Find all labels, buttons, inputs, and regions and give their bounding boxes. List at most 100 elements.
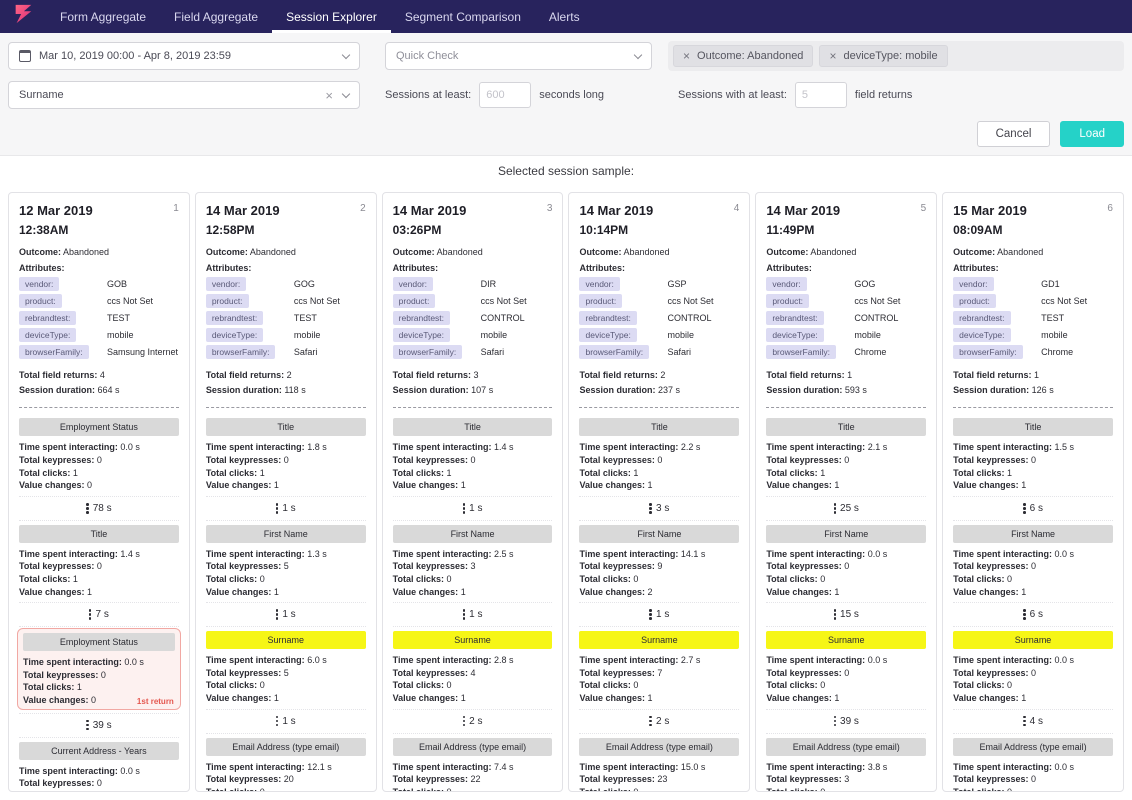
date-range-picker[interactable]: Mar 10, 2019 00:00 - Apr 8, 2019 23:59 — [8, 42, 360, 70]
session-outcome: Outcome: Abandoned — [579, 247, 670, 257]
field-returns-input[interactable] — [794, 82, 847, 108]
keypresses-metric: Total keypresses: 0 — [766, 667, 850, 678]
field-select-value: Surname — [19, 89, 64, 101]
keypresses-metric: Total keypresses: 9 — [579, 561, 663, 572]
time-spent-metric: Time spent interacting: 3.8 s — [766, 761, 888, 772]
attribute-value: GOB — [107, 279, 128, 290]
attribute-row: vendor: GOG — [766, 277, 926, 292]
vertical-dots-icon — [275, 715, 279, 727]
gap-duration: 39 s — [92, 719, 112, 731]
filter-tag-label: Outcome: Abandoned — [697, 50, 804, 62]
time-spent-metric-label: Time spent interacting: — [205, 548, 305, 559]
value-changes-metric: Value changes: 2 — [579, 586, 653, 597]
session-card: 14 Mar 2019 3 03:26PM Outcome: Abandoned Att… — [381, 192, 564, 792]
keypresses-metric-label: Total keypresses: — [19, 561, 95, 572]
attribute-value: mobile — [667, 330, 694, 341]
time-spent-metric: Time spent interacting: 1.3 s — [205, 548, 327, 559]
session-index: 2 — [360, 203, 366, 214]
outcome-label: Outcome: — [766, 247, 809, 257]
clicks-metric-label: Total clicks: — [19, 467, 71, 478]
tab-form-aggregate[interactable]: Form Aggregate — [46, 0, 160, 33]
attribute-value: GOG — [293, 279, 315, 290]
gap-duration: 2 s — [469, 715, 483, 727]
keypresses-metric: Total keypresses: 0 — [953, 667, 1037, 678]
value-changes-metric: Value changes: 1 — [205, 586, 279, 597]
value-changes-metric-label: Value changes: — [953, 586, 1019, 597]
attribute-row: browserFamily: Safari — [205, 345, 366, 360]
time-spent-metric-label: Time spent interacting: — [392, 761, 492, 772]
value-changes-metric: Value changes: 1 — [205, 692, 279, 703]
tab-session-explorer[interactable]: Session Explorer — [272, 0, 391, 33]
attribute-value: CONTROL — [480, 313, 525, 324]
attribute-key: product: — [953, 294, 996, 309]
attribute-key: vendor: — [579, 277, 620, 292]
attribute-key: browserFamily: — [953, 345, 1023, 360]
clicks-metric: Total clicks: 0 — [579, 680, 639, 691]
field-name: Title — [766, 418, 927, 437]
attributes-label: Attributes: — [392, 262, 439, 273]
filter-bar: Mar 10, 2019 00:00 - Apr 8, 2019 23:59 Q… — [0, 33, 1132, 156]
keypresses-metric: Total keypresses: 0 — [19, 561, 102, 572]
outcome-label: Outcome: — [579, 247, 622, 257]
clicks-metric: Total clicks: 1 — [766, 467, 826, 478]
attribute-value: TEST — [107, 313, 131, 324]
filter-tag[interactable]: × Outcome: Abandoned — [673, 45, 814, 67]
field-block: Title Time spent interacting: 2.2 s Total … — [579, 418, 740, 491]
value-changes-metric-label: Value changes: — [766, 480, 832, 491]
attribute-key: product: — [205, 294, 249, 309]
attribute-key: deviceType: — [766, 328, 824, 343]
field-name: Title — [579, 418, 740, 437]
tab-alerts[interactable]: Alerts — [535, 0, 594, 33]
outcome-label: Outcome: — [392, 247, 435, 257]
attributes-label: Attributes: — [579, 262, 625, 273]
session-index: 1 — [173, 203, 179, 214]
session-time: 12:58PM — [205, 223, 255, 237]
quick-check-select[interactable]: Quick Check — [385, 42, 652, 70]
time-spent-metric-label: Time spent interacting: — [579, 761, 679, 772]
session-explorer-main: Selected session sample: 12 Mar 2019 1 12:… — [0, 164, 1132, 792]
session-duration: Session duration: 107 s — [392, 384, 494, 395]
attribute-row: product: ccs Not Set — [205, 294, 366, 309]
session-date: 15 Mar 2019 — [953, 203, 1027, 218]
zuko-logo[interactable] — [0, 0, 46, 33]
returns-filter: Sessions with at least: field returns — [678, 82, 912, 108]
clicks-metric: Total clicks: 1 — [19, 573, 78, 584]
clicks-metric: Total clicks: 0 — [205, 680, 265, 691]
filter-tag[interactable]: × deviceType: mobile — [819, 45, 948, 67]
attribute-value: Safari — [667, 347, 691, 358]
seconds-input[interactable] — [479, 82, 532, 108]
sessions-at-least-label: Sessions at least: — [385, 89, 472, 101]
remove-tag-icon[interactable]: × — [683, 50, 690, 62]
keypresses-metric-label: Total keypresses: — [953, 454, 1029, 465]
tab-field-aggregate[interactable]: Field Aggregate — [160, 0, 272, 33]
attribute-row: vendor: DIR — [392, 277, 553, 292]
tab-segment-comparison[interactable]: Segment Comparison — [391, 0, 535, 33]
cancel-button[interactable]: Cancel — [976, 121, 1051, 147]
clicks-metric-label: Total clicks: — [392, 467, 445, 478]
session-card-list: 12 Mar 2019 1 12:38AM Outcome: Abandoned Att… — [0, 192, 1132, 792]
keypresses-metric-label: Total keypresses: — [766, 561, 842, 572]
time-spent-metric: Time spent interacting: 6.0 s — [205, 655, 327, 666]
clicks-metric: Total clicks: 0 — [953, 786, 1113, 791]
total-field-returns: Total field returns: 3 — [392, 370, 479, 381]
attribute-row: vendor: GD1 — [953, 277, 1113, 292]
time-spent-metric: Time spent interacting: 1.5 s — [953, 442, 1075, 453]
clear-selection-icon[interactable]: × — [325, 88, 333, 103]
keypresses-metric: Total keypresses: 23 — [579, 774, 668, 785]
field-select[interactable]: Surname × — [8, 81, 360, 109]
remove-tag-icon[interactable]: × — [829, 50, 836, 62]
time-spent-metric: Time spent interacting: 0.0 s — [19, 442, 140, 453]
vertical-dots-icon — [462, 503, 466, 514]
time-spent-metric: Time spent interacting: 0.0 s — [766, 548, 888, 559]
value-changes-metric: Value changes: 1 — [766, 692, 840, 703]
load-button[interactable]: Load — [1060, 121, 1124, 147]
attribute-row: vendor: GOG — [205, 277, 366, 292]
attribute-row: product: ccs Not Set — [953, 294, 1113, 309]
keypresses-metric: Total keypresses: 22 — [392, 774, 481, 785]
time-spent-metric-label: Time spent interacting: — [766, 442, 866, 453]
clicks-metric-label: Total clicks: — [766, 786, 818, 792]
value-changes-metric-label: Value changes: — [766, 586, 832, 597]
clicks-metric: Total clicks: 0 — [579, 573, 639, 584]
value-changes-metric-label: Value changes: — [205, 692, 272, 703]
outcome-label: Outcome: — [953, 247, 996, 257]
